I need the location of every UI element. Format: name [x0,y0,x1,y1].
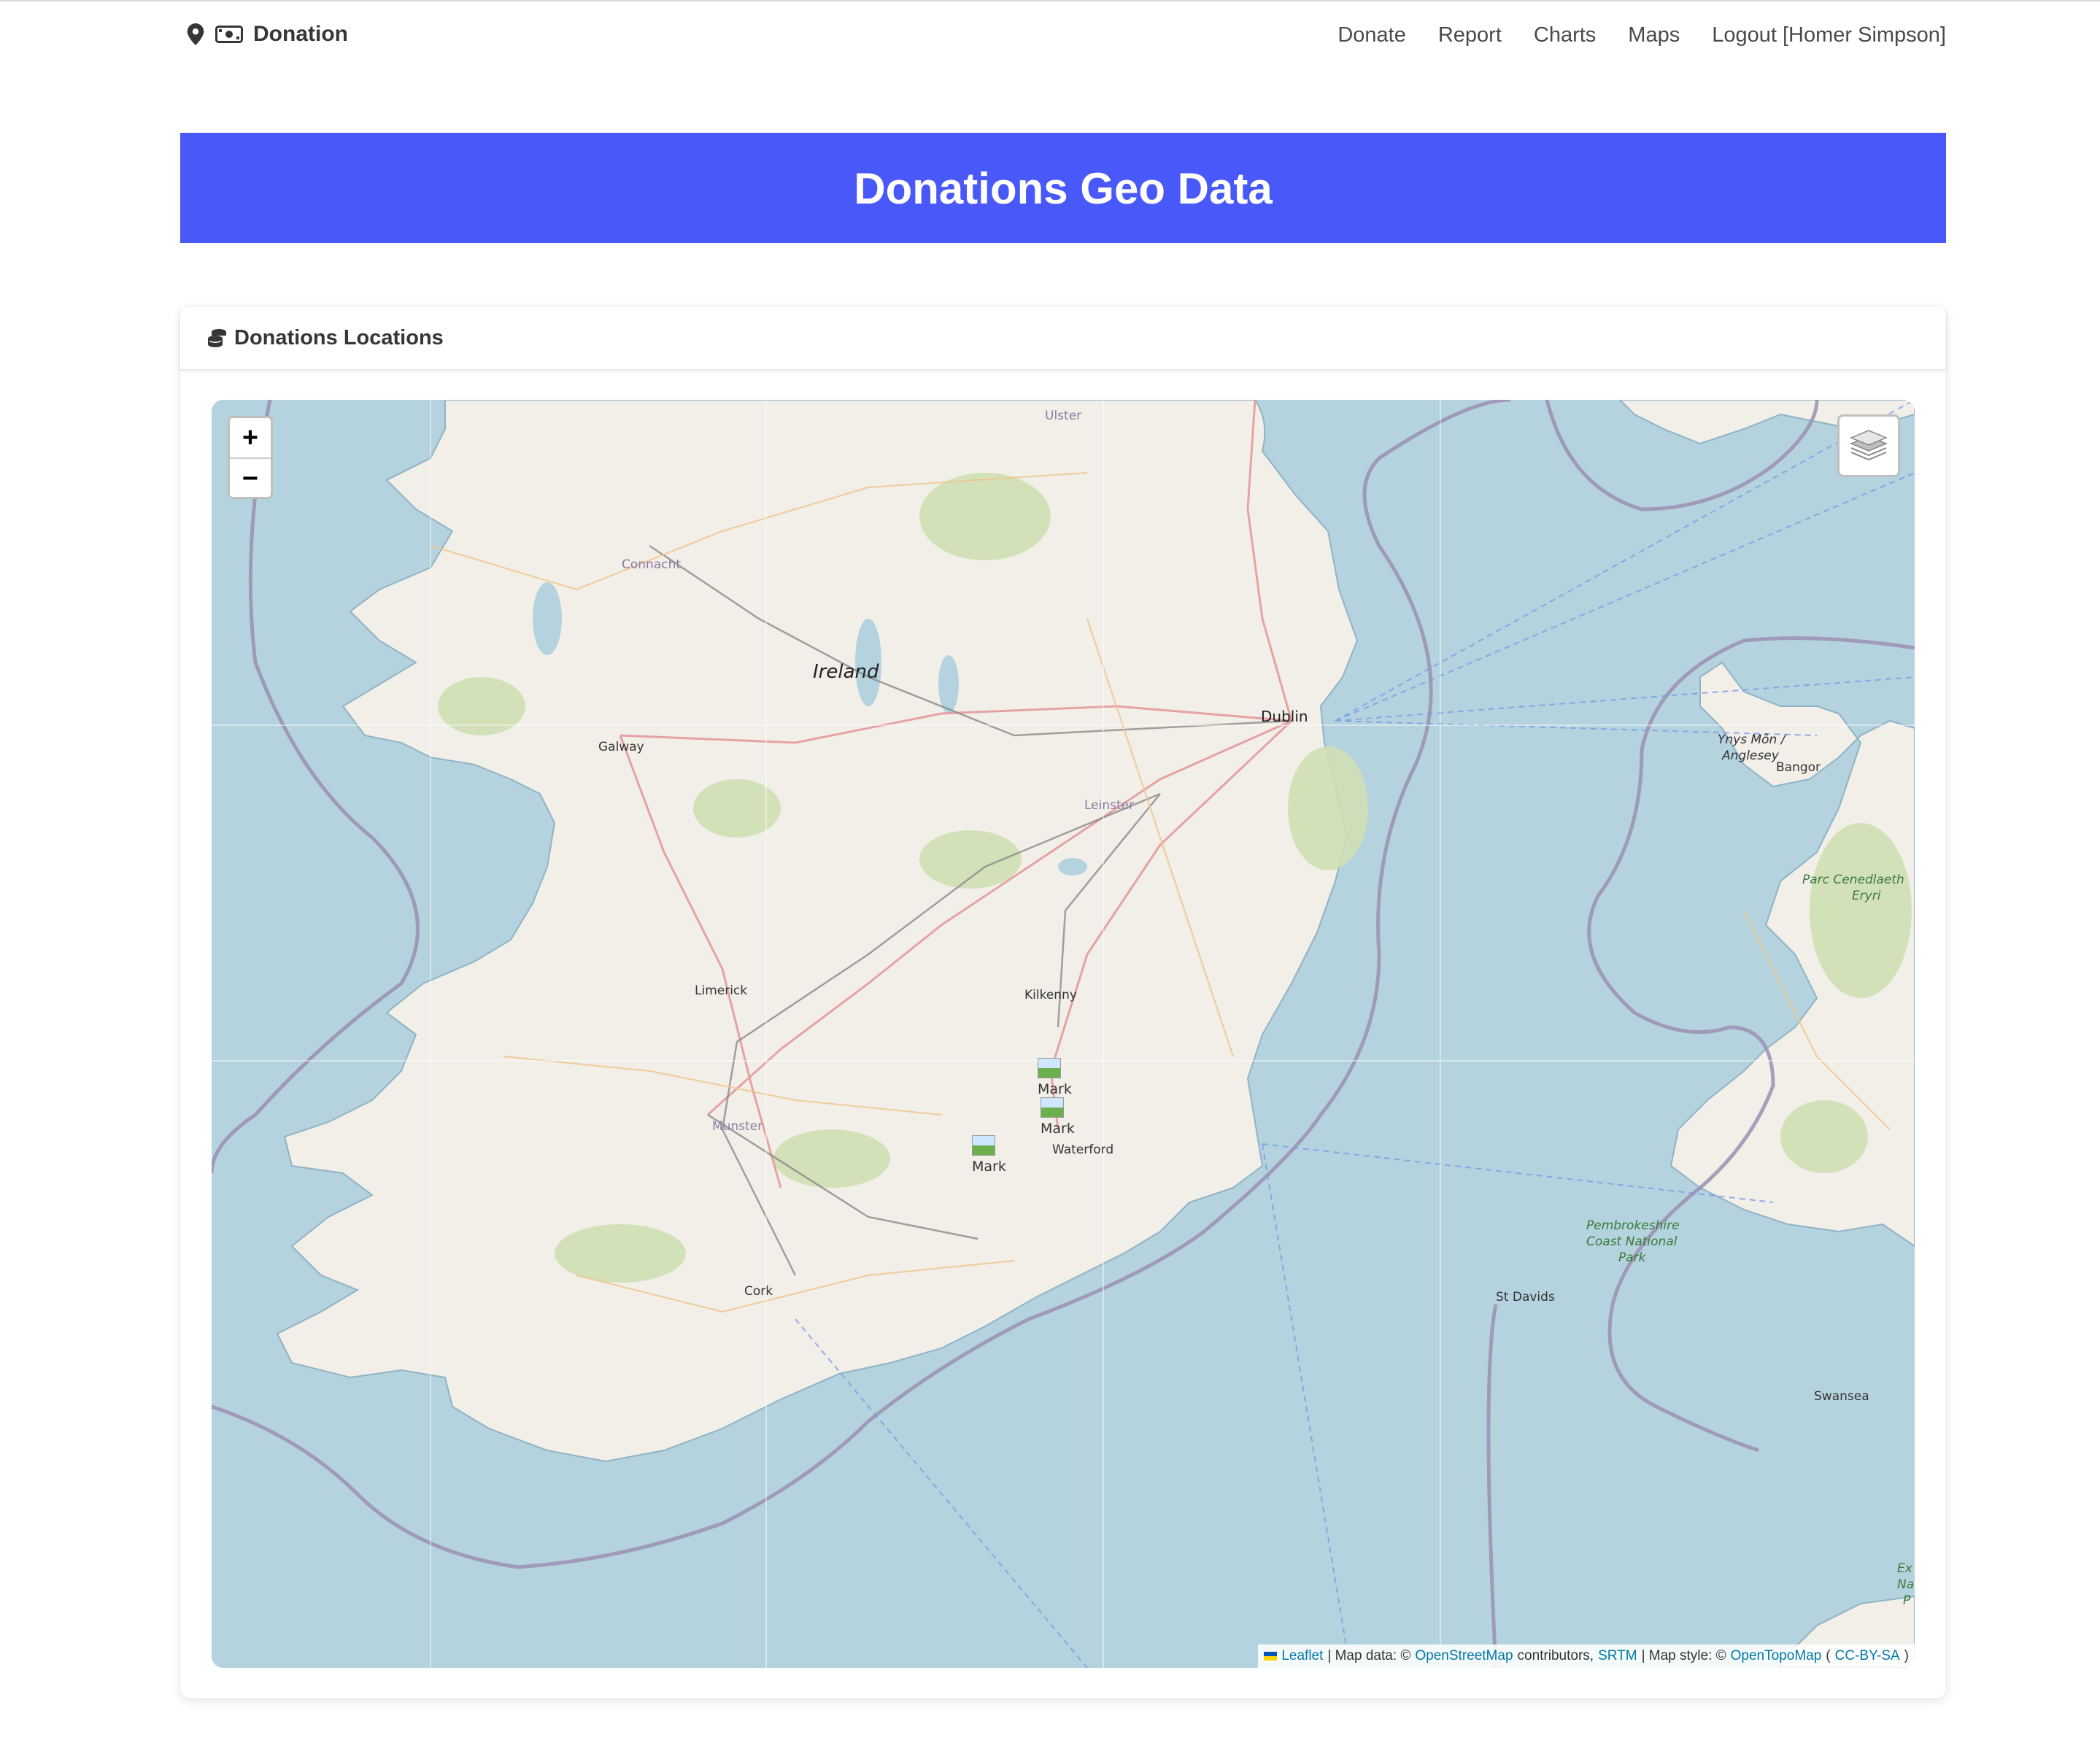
label-exmoor-2: Na [1897,1577,1915,1592]
label-coast-national: Coast National [1586,1234,1678,1249]
label-eryri: Eryri [1852,889,1881,903]
nav-charts-link[interactable]: Charts [1534,23,1596,47]
zoom-control: + − [228,416,273,499]
cc-by-sa-link[interactable]: CC-BY-SA [1835,1648,1900,1664]
ukraine-flag-icon [1264,1652,1278,1661]
brand[interactable]: Donation [186,22,348,47]
attribution-text: | Map data: © [1327,1648,1411,1663]
label-exmoor-3: P [1903,1593,1911,1608]
label-dublin: Dublin [1261,708,1308,725]
srtm-link[interactable]: SRTM [1598,1648,1637,1664]
zoom-in-button[interactable]: + [230,418,271,459]
layers-control-button[interactable] [1837,414,1900,477]
attribution-paren: ) [1904,1648,1909,1663]
label-exmoor-1: Ex [1897,1561,1912,1576]
label-parc-cenedlaethol: Parc Cenedlaeth [1802,873,1904,887]
label-swansea: Swansea [1814,1389,1869,1404]
label-ireland: Ireland [813,661,879,683]
map-attribution: Leaflet | Map data: © OpenStreetMap cont… [1258,1644,1915,1668]
map-container[interactable]: Ulster Connacht Ireland Dublin Galway Le… [212,400,1915,1668]
coins-icon [208,329,226,347]
leaflet-link[interactable]: Leaflet [1281,1648,1323,1664]
openstreetmap-link[interactable]: OpenStreetMap [1415,1648,1513,1664]
donation-marker[interactable]: Mark [1041,1097,1075,1140]
marker-image-icon [972,1135,995,1156]
donation-marker[interactable]: Mark [972,1135,1006,1178]
marker-alt-text: Mark [1038,1081,1072,1097]
navbar: Donation Donate Report Charts Maps Logou… [180,13,1946,58]
attribution-text: | Map style: © [1641,1648,1726,1663]
label-cork: Cork [744,1284,773,1299]
label-connacht: Connacht [622,557,682,572]
label-galway: Galway [598,740,644,754]
attribution-text: contributors, [1517,1648,1594,1663]
marker-image-icon [1038,1058,1061,1078]
label-ynys-mon: Ynys Môn / [1718,733,1786,747]
label-park: Park [1618,1251,1646,1265]
marker-alt-text: Mark [1041,1121,1075,1137]
opentopomap-link[interactable]: OpenTopoMap [1731,1648,1822,1664]
label-munster: Munster [712,1119,763,1134]
donation-marker[interactable]: Mark [1038,1058,1072,1100]
card-header: Donations Locations [180,306,1946,371]
map-marker-icon [187,23,204,45]
top-border [0,0,2100,1]
label-ulster: Ulster [1045,409,1082,423]
attribution-paren: ( [1826,1648,1831,1663]
hero-banner: Donations Geo Data [180,133,1946,243]
label-kilkenny: Kilkenny [1024,988,1077,1002]
marker-alt-text: Mark [972,1159,1006,1175]
label-pembrokeshire: Pembrokeshire [1586,1218,1680,1233]
map-tiles[interactable] [212,400,1915,1668]
nav-logout-link[interactable]: Logout [Homer Simpson] [1712,23,1946,47]
page-title: Donations Geo Data [854,164,1273,213]
nav-report-link[interactable]: Report [1438,23,1502,47]
layers-icon [1850,430,1888,461]
marker-image-icon [1041,1097,1064,1118]
nav-donate-link[interactable]: Donate [1337,23,1406,47]
label-bangor: Bangor [1776,760,1821,775]
money-bill-icon [215,26,243,43]
brand-label: Donation [253,22,348,46]
label-waterford: Waterford [1052,1143,1114,1157]
nav-maps-link[interactable]: Maps [1628,23,1680,47]
label-leinster: Leinster [1084,798,1135,813]
card-title: Donations Locations [234,325,444,349]
label-anglesey: Anglesey [1722,749,1779,763]
nav-links: Donate Report Charts Maps Logout [Homer … [1337,23,1946,47]
label-limerick: Limerick [695,983,748,998]
label-st-davids: St Davids [1496,1290,1555,1304]
zoom-out-button[interactable]: − [230,459,271,497]
